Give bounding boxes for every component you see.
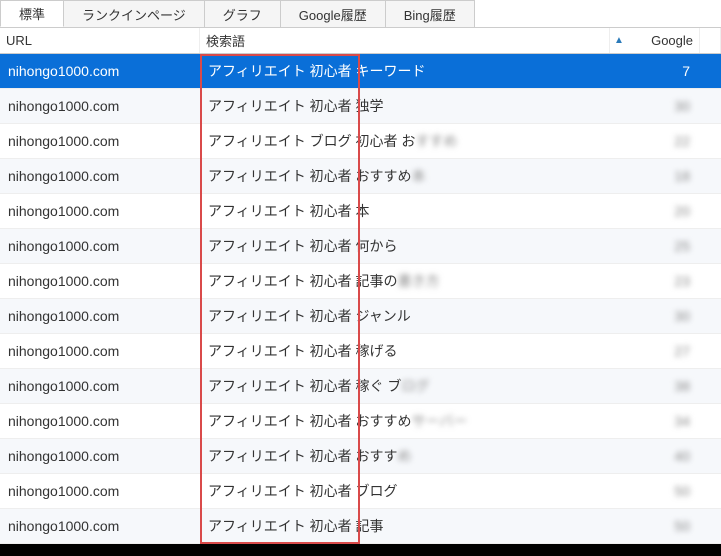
cell-google: 34 (610, 404, 700, 438)
table-row[interactable]: nihongo1000.comアフィリエイト 初心者 おすすめ サーバー34 (0, 404, 721, 439)
cell-extra (700, 264, 721, 298)
cell-extra (700, 404, 721, 438)
table-body: nihongo1000.comアフィリエイト 初心者 キーワード7nihongo… (0, 54, 721, 544)
cell-url: nihongo1000.com (0, 369, 200, 403)
cell-google: 22 (610, 124, 700, 158)
column-header-google[interactable]: ▲ Google (610, 28, 700, 53)
table-row[interactable]: nihongo1000.comアフィリエイト 初心者 おすすめ40 (0, 439, 721, 474)
footer-bar (0, 544, 721, 556)
table-row[interactable]: nihongo1000.comアフィリエイト 初心者 記事の書き方23 (0, 264, 721, 299)
cell-extra (700, 474, 721, 508)
table-header: URL 検索語 ▲ Google (0, 28, 721, 54)
cell-url: nihongo1000.com (0, 229, 200, 263)
cell-url: nihongo1000.com (0, 334, 200, 368)
cell-url: nihongo1000.com (0, 89, 200, 123)
tab-4[interactable]: Bing履歴 (385, 0, 475, 27)
cell-google: 40 (610, 439, 700, 473)
table-row[interactable]: nihongo1000.comアフィリエイト 初心者 キーワード7 (0, 54, 721, 89)
tab-0[interactable]: 標準 (0, 0, 64, 27)
table-row[interactable]: nihongo1000.comアフィリエイト 初心者 記事50 (0, 509, 721, 544)
cell-extra (700, 159, 721, 193)
cell-keyword: アフィリエイト 初心者 稼げる (200, 334, 610, 368)
tab-3[interactable]: Google履歴 (280, 0, 386, 27)
cell-google: 30 (610, 299, 700, 333)
cell-url: nihongo1000.com (0, 404, 200, 438)
cell-google: 18 (610, 159, 700, 193)
table-body-wrap: nihongo1000.comアフィリエイト 初心者 キーワード7nihongo… (0, 54, 721, 544)
cell-url: nihongo1000.com (0, 299, 200, 333)
cell-keyword: アフィリエイト 初心者 おすすめ サーバー (200, 404, 610, 438)
cell-url: nihongo1000.com (0, 439, 200, 473)
cell-keyword: アフィリエイト 初心者 ジャンル (200, 299, 610, 333)
cell-url: nihongo1000.com (0, 509, 200, 543)
cell-google: 27 (610, 334, 700, 368)
table-row[interactable]: nihongo1000.comアフィリエイト 初心者 稼げる27 (0, 334, 721, 369)
cell-keyword: アフィリエイト 初心者 何から (200, 229, 610, 263)
cell-google: 25 (610, 229, 700, 263)
cell-google: 38 (610, 369, 700, 403)
table-row[interactable]: nihongo1000.comアフィリエイト 初心者 おすすめ 本18 (0, 159, 721, 194)
tab-bar: 標準ランクインページグラフGoogle履歴Bing履歴 (0, 0, 721, 28)
table-row[interactable]: nihongo1000.comアフィリエイト 初心者 ジャンル30 (0, 299, 721, 334)
column-header-url[interactable]: URL (0, 28, 200, 53)
column-header-keyword[interactable]: 検索語 (200, 28, 610, 53)
cell-keyword: アフィリエイト 初心者 記事 (200, 509, 610, 543)
table-row[interactable]: nihongo1000.comアフィリエイト 初心者 ブログ50 (0, 474, 721, 509)
column-header-extra[interactable] (700, 28, 721, 53)
cell-google: 23 (610, 264, 700, 298)
cell-extra (700, 194, 721, 228)
cell-keyword: アフィリエイト 初心者 記事の書き方 (200, 264, 610, 298)
cell-url: nihongo1000.com (0, 54, 200, 88)
cell-url: nihongo1000.com (0, 124, 200, 158)
cell-extra (700, 89, 721, 123)
sort-ascending-icon: ▲ (614, 35, 624, 46)
tab-2[interactable]: グラフ (204, 0, 281, 27)
cell-keyword: アフィリエイト 初心者 稼ぐ ブログ (200, 369, 610, 403)
cell-extra (700, 299, 721, 333)
cell-keyword: アフィリエイト ブログ 初心者 おすすめ (200, 124, 610, 158)
cell-google: 20 (610, 194, 700, 228)
cell-url: nihongo1000.com (0, 194, 200, 228)
cell-google: 50 (610, 509, 700, 543)
cell-extra (700, 369, 721, 403)
column-header-google-label: Google (651, 33, 693, 48)
cell-keyword: アフィリエイト 初心者 おすすめ (200, 439, 610, 473)
table-row[interactable]: nihongo1000.comアフィリエイト 初心者 稼ぐ ブログ38 (0, 369, 721, 404)
cell-extra (700, 54, 721, 88)
table-row[interactable]: nihongo1000.comアフィリエイト 初心者 本20 (0, 194, 721, 229)
cell-url: nihongo1000.com (0, 159, 200, 193)
cell-url: nihongo1000.com (0, 474, 200, 508)
tab-1[interactable]: ランクインページ (63, 0, 205, 27)
cell-keyword: アフィリエイト 初心者 ブログ (200, 474, 610, 508)
cell-extra (700, 509, 721, 543)
cell-extra (700, 334, 721, 368)
table-row[interactable]: nihongo1000.comアフィリエイト 初心者 独学30 (0, 89, 721, 124)
cell-keyword: アフィリエイト 初心者 キーワード (200, 54, 610, 88)
cell-extra (700, 229, 721, 263)
cell-keyword: アフィリエイト 初心者 本 (200, 194, 610, 228)
cell-extra (700, 124, 721, 158)
cell-keyword: アフィリエイト 初心者 おすすめ 本 (200, 159, 610, 193)
table-row[interactable]: nihongo1000.comアフィリエイト ブログ 初心者 おすすめ22 (0, 124, 721, 159)
cell-url: nihongo1000.com (0, 264, 200, 298)
cell-google: 7 (610, 54, 700, 88)
cell-extra (700, 439, 721, 473)
cell-google: 30 (610, 89, 700, 123)
cell-keyword: アフィリエイト 初心者 独学 (200, 89, 610, 123)
table-row[interactable]: nihongo1000.comアフィリエイト 初心者 何から25 (0, 229, 721, 264)
cell-google: 50 (610, 474, 700, 508)
